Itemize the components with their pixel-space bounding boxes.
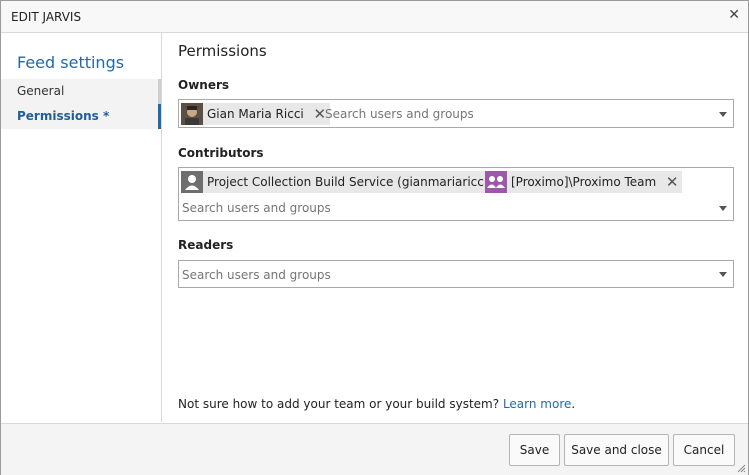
contributors-dropdown-chevron-down-icon[interactable] bbox=[719, 206, 727, 211]
owners-picker[interactable]: Gian Maria Ricci ✕ bbox=[178, 99, 734, 128]
team-avatar bbox=[485, 171, 507, 193]
contributor-chip-name: [Proximo]\Proximo Team bbox=[511, 175, 657, 189]
readers-label: Readers bbox=[178, 238, 234, 252]
owners-search-input[interactable] bbox=[325, 107, 705, 121]
contributors-picker[interactable]: Project Collection Build Service (gianma… bbox=[178, 167, 734, 221]
help-suffix: . bbox=[571, 397, 576, 411]
dialog-title: EDIT JARVIS bbox=[11, 10, 82, 24]
resize-grip-icon[interactable] bbox=[736, 463, 746, 473]
dialog-titlebar: EDIT JARVIS ✕ bbox=[1, 1, 748, 33]
save-button[interactable]: Save bbox=[509, 434, 560, 466]
learn-more-link[interactable]: Learn more bbox=[503, 397, 571, 411]
owner-chip: Gian Maria Ricci ✕ bbox=[181, 103, 330, 125]
remove-contributor-icon[interactable]: ✕ bbox=[662, 173, 682, 191]
readers-picker[interactable] bbox=[178, 260, 734, 288]
sidebar-title: Feed settings bbox=[17, 53, 125, 72]
sidebar-item-general[interactable]: General bbox=[1, 79, 161, 104]
edit-feed-dialog: EDIT JARVIS ✕ Feed settings General Perm… bbox=[0, 0, 749, 475]
build-service-avatar bbox=[181, 171, 203, 193]
help-text: Not sure how to add your team or your bu… bbox=[178, 397, 575, 411]
settings-sidebar: Feed settings General Permissions * bbox=[1, 33, 162, 422]
readers-search-input[interactable] bbox=[182, 268, 702, 282]
page-title: Permissions bbox=[178, 42, 267, 60]
close-icon[interactable]: ✕ bbox=[728, 7, 740, 23]
contributor-chip: [Proximo]\Proximo Team ✕ bbox=[485, 171, 683, 193]
owners-label: Owners bbox=[178, 78, 230, 92]
help-message: Not sure how to add your team or your bu… bbox=[178, 397, 500, 411]
readers-dropdown-chevron-down-icon[interactable] bbox=[719, 272, 727, 277]
contributor-chip: Project Collection Build Service (gianma… bbox=[181, 171, 518, 193]
contributors-search-input[interactable] bbox=[182, 201, 702, 215]
permissions-panel: Permissions Owners Gian Maria Ricci ✕ Co… bbox=[162, 33, 748, 422]
sidebar-item-permissions[interactable]: Permissions * bbox=[1, 104, 161, 129]
owner-chip-name: Gian Maria Ricci bbox=[207, 107, 304, 121]
contributors-label: Contributors bbox=[178, 146, 264, 160]
save-and-close-button[interactable]: Save and close bbox=[564, 434, 669, 466]
contributor-chip-name: Project Collection Build Service (gianma… bbox=[207, 175, 492, 189]
owners-dropdown-chevron-down-icon[interactable] bbox=[719, 112, 727, 117]
dialog-footer: Save Save and close Cancel bbox=[1, 423, 748, 475]
cancel-button[interactable]: Cancel bbox=[673, 434, 735, 466]
user-photo-avatar bbox=[181, 103, 203, 125]
